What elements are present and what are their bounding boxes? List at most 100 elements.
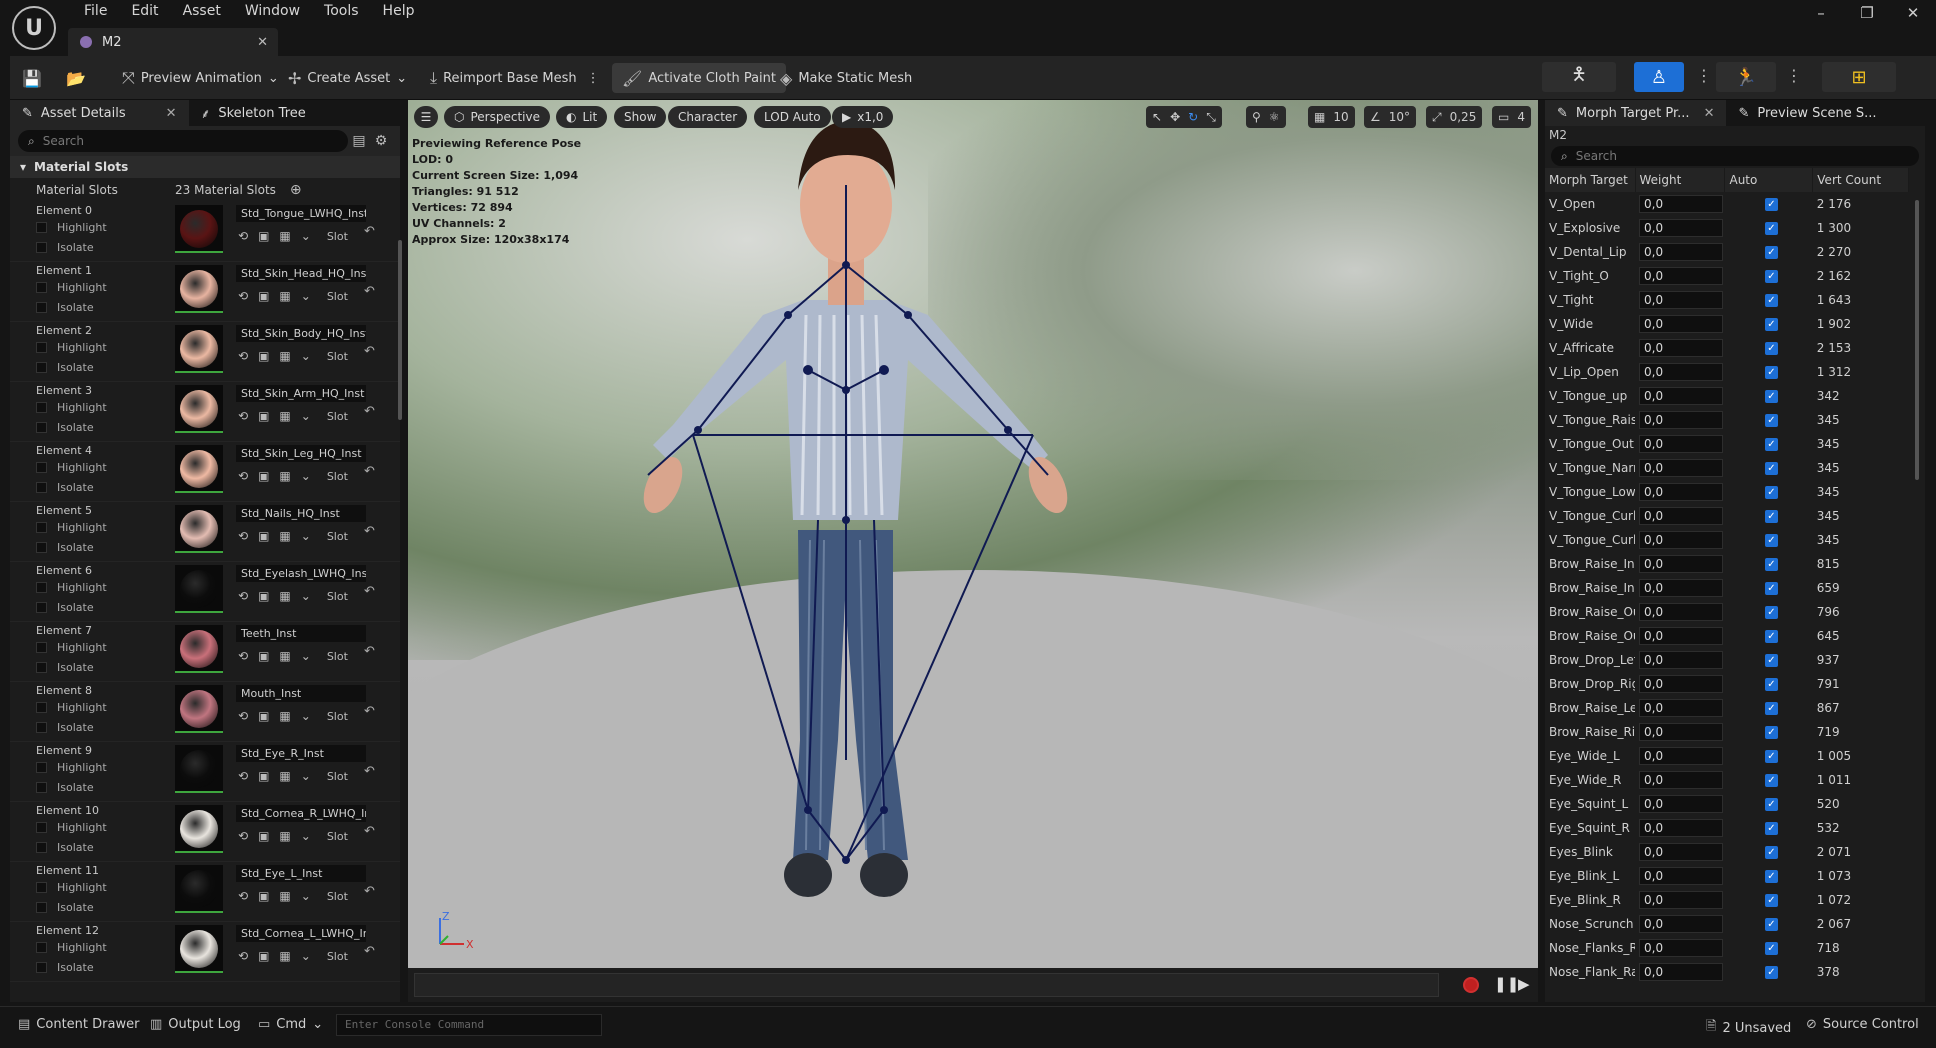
weight-input[interactable]: 0,0 (1639, 723, 1723, 741)
auto-checkbox[interactable]: ✓ (1764, 533, 1778, 547)
weight-input[interactable]: 0,0 (1639, 819, 1723, 837)
isolate-checkbox[interactable]: Isolate (36, 901, 94, 914)
weight-input[interactable]: 0,0 (1639, 507, 1723, 525)
reset-arrow-icon[interactable]: ↶ (364, 584, 375, 599)
isolate-checkbox[interactable]: Isolate (36, 661, 94, 674)
table-row[interactable]: V_Lip_Open 0,0 ✓ 1 312 (1545, 360, 1909, 384)
table-row[interactable]: Nose_Flank_Ra 0,0 ✓ 378 (1545, 960, 1909, 984)
table-row[interactable]: Eye_Squint_R 0,0 ✓ 532 (1545, 816, 1909, 840)
table-row[interactable]: V_Tongue_Out 0,0 ✓ 345 (1545, 432, 1909, 456)
auto-checkbox[interactable]: ✓ (1764, 629, 1778, 643)
checker-icon[interactable]: ▦ (279, 829, 290, 843)
add-slot-icon[interactable]: ⊕ (290, 182, 302, 198)
weight-input[interactable]: 0,0 (1639, 555, 1723, 573)
blueprint-mode-button[interactable]: ⊞ (1822, 62, 1896, 92)
use-selected-icon[interactable]: ⟲ (238, 469, 248, 483)
perspective-button[interactable]: ⬡ Perspective (444, 106, 550, 128)
table-row[interactable]: V_Tongue_up 0,0 ✓ 342 (1545, 384, 1909, 408)
browse-icon[interactable]: ▣ (258, 349, 269, 363)
auto-checkbox[interactable]: ✓ (1764, 557, 1778, 571)
browse-icon[interactable]: ▣ (258, 529, 269, 543)
cmd-dropdown[interactable]: ▭ Cmd ⌄ (258, 1017, 323, 1032)
table-row[interactable]: Eye_Wide_L 0,0 ✓ 1 005 (1545, 744, 1909, 768)
browse-icon[interactable]: 📂 (66, 63, 92, 93)
angle-snap[interactable]: ∠ 10° (1364, 106, 1417, 128)
table-row[interactable]: V_Tongue_Narr 0,0 ✓ 345 (1545, 456, 1909, 480)
auto-checkbox[interactable]: ✓ (1764, 917, 1778, 931)
use-selected-icon[interactable]: ⟲ (238, 889, 248, 903)
isolate-checkbox[interactable]: Isolate (36, 421, 94, 434)
material-thumbnail[interactable] (175, 925, 223, 973)
reset-arrow-icon[interactable]: ↶ (364, 404, 375, 419)
col-auto[interactable]: Auto (1724, 168, 1814, 192)
table-row[interactable]: Brow_Raise_Inr 0,0 ✓ 659 (1545, 576, 1909, 600)
material-thumbnail[interactable] (175, 265, 223, 313)
select-icon[interactable]: ↖ (1152, 110, 1162, 124)
weight-input[interactable]: 0,0 (1639, 795, 1723, 813)
checker-icon[interactable]: ▦ (279, 529, 290, 543)
auto-checkbox[interactable]: ✓ (1764, 677, 1778, 691)
chevron-down-icon[interactable]: ⌄ (301, 229, 311, 243)
save-icon[interactable]: 💾 (22, 63, 48, 93)
isolate-checkbox[interactable]: Isolate (36, 481, 94, 494)
auto-checkbox[interactable]: ✓ (1764, 413, 1778, 427)
table-row[interactable]: Eye_Wide_R 0,0 ✓ 1 011 (1545, 768, 1909, 792)
auto-checkbox[interactable]: ✓ (1764, 941, 1778, 955)
highlight-checkbox[interactable]: Highlight (36, 341, 107, 354)
use-selected-icon[interactable]: ⟲ (238, 229, 248, 243)
playback-speed-button[interactable]: ▶ x1,0 (832, 106, 894, 128)
menu-edit[interactable]: Edit (119, 3, 170, 19)
table-row[interactable]: Brow_Raise_Ou 0,0 ✓ 796 (1545, 600, 1909, 624)
rotate-icon[interactable]: ↻ (1188, 110, 1198, 124)
scale-snap[interactable]: ⤢ 0,25 (1426, 106, 1483, 128)
use-selected-icon[interactable]: ⟲ (238, 589, 248, 603)
auto-checkbox[interactable]: ✓ (1764, 797, 1778, 811)
weight-input[interactable]: 0,0 (1639, 771, 1723, 789)
highlight-checkbox[interactable]: Highlight (36, 761, 107, 774)
table-row[interactable]: Eyes_Blink 0,0 ✓ 2 071 (1545, 840, 1909, 864)
auto-checkbox[interactable]: ✓ (1764, 509, 1778, 523)
material-name-field[interactable]: Teeth_Inst (236, 625, 366, 642)
highlight-checkbox[interactable]: Highlight (36, 221, 107, 234)
browse-icon[interactable]: ▣ (258, 889, 269, 903)
browse-icon[interactable]: ▣ (258, 949, 269, 963)
table-row[interactable]: V_Wide 0,0 ✓ 1 902 (1545, 312, 1909, 336)
menu-asset[interactable]: Asset (171, 3, 233, 19)
chevron-down-icon[interactable]: ⌄ (301, 829, 311, 843)
table-row[interactable]: V_Tongue_Rais 0,0 ✓ 345 (1545, 408, 1909, 432)
show-button[interactable]: Show (614, 106, 667, 128)
unreal-logo-icon[interactable]: U (12, 6, 56, 50)
highlight-checkbox[interactable]: Highlight (36, 941, 107, 954)
checker-icon[interactable]: ▦ (279, 409, 290, 423)
auto-checkbox[interactable]: ✓ (1764, 269, 1778, 283)
highlight-checkbox[interactable]: Highlight (36, 641, 107, 654)
make-static-mesh-button[interactable]: ◈ Make Static Mesh (780, 63, 912, 93)
chevron-down-icon[interactable]: ⌄ (301, 589, 311, 603)
isolate-checkbox[interactable]: Isolate (36, 601, 94, 614)
reset-arrow-icon[interactable]: ↶ (364, 824, 375, 839)
close-window-icon[interactable]: ✕ (1890, 4, 1936, 22)
table-row[interactable]: Eye_Squint_L 0,0 ✓ 520 (1545, 792, 1909, 816)
table-row[interactable]: V_Explosive 0,0 ✓ 1 300 (1545, 216, 1909, 240)
preview-animation-button[interactable]: ⤧ Preview Animation ⌄ (122, 63, 279, 93)
isolate-checkbox[interactable]: Isolate (36, 721, 94, 734)
browse-icon[interactable]: ▣ (258, 709, 269, 723)
content-drawer-button[interactable]: ▤ Content Drawer (18, 1017, 139, 1032)
table-row[interactable]: V_Tongue_Low 0,0 ✓ 345 (1545, 480, 1909, 504)
material-name-field[interactable]: Std_Cornea_R_LWHQ_Inst (236, 805, 366, 822)
translate-icon[interactable]: ✥ (1170, 110, 1180, 124)
auto-checkbox[interactable]: ✓ (1764, 365, 1778, 379)
table-row[interactable]: Brow_Raise_Inr 0,0 ✓ 815 (1545, 552, 1909, 576)
material-thumbnail[interactable] (175, 325, 223, 373)
col-vert-count[interactable]: Vert Count (1812, 168, 1909, 192)
table-row[interactable]: V_Tongue_Curl 0,0 ✓ 345 (1545, 504, 1909, 528)
material-name-field[interactable]: Std_Skin_Arm_HQ_Inst (236, 385, 366, 402)
auto-checkbox[interactable]: ✓ (1764, 605, 1778, 619)
material-name-field[interactable]: Mouth_Inst (236, 685, 366, 702)
checker-icon[interactable]: ▦ (279, 589, 290, 603)
camera-speed[interactable]: ▭ 4 (1492, 106, 1531, 128)
use-selected-icon[interactable]: ⟲ (238, 829, 248, 843)
material-name-field[interactable]: Std_Eye_R_Inst (236, 745, 366, 762)
morph-search-input[interactable]: ⌕ Search (1551, 146, 1919, 166)
use-selected-icon[interactable]: ⟲ (238, 409, 248, 423)
